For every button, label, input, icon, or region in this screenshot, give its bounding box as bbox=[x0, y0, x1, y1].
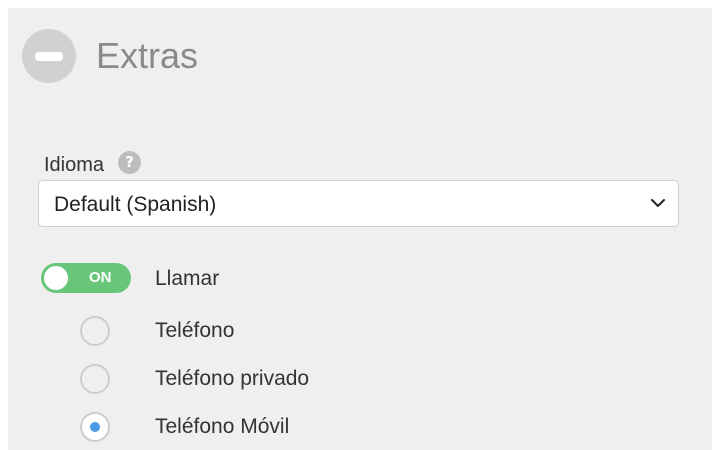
help-icon[interactable]: ? bbox=[118, 151, 141, 174]
radio-option-telefono-privado[interactable]: Teléfono privado bbox=[80, 364, 480, 398]
radio-option-telefono[interactable]: Teléfono bbox=[80, 316, 480, 350]
extras-panel: Extras Idioma ? Default (Spanish) ON Lla… bbox=[8, 8, 712, 450]
call-toggle[interactable]: ON bbox=[41, 263, 131, 293]
radio-button[interactable] bbox=[80, 316, 110, 346]
radio-button[interactable] bbox=[80, 364, 110, 394]
minus-icon bbox=[35, 52, 63, 61]
language-label: Idioma bbox=[44, 154, 105, 176]
radio-button-checked[interactable] bbox=[80, 412, 110, 442]
toggle-state-text: ON bbox=[89, 269, 112, 286]
radio-label: Teléfono bbox=[155, 319, 235, 342]
chevron-down-icon bbox=[651, 199, 665, 207]
toggle-knob bbox=[44, 266, 68, 290]
section-title: Extras bbox=[96, 35, 199, 76]
radio-label: Teléfono Móvil bbox=[155, 415, 290, 438]
radio-option-telefono-movil[interactable]: Teléfono Móvil bbox=[80, 412, 480, 446]
language-select[interactable]: Default (Spanish) bbox=[38, 180, 679, 227]
radio-selected-dot bbox=[90, 422, 100, 432]
collapse-section-button[interactable] bbox=[22, 29, 76, 83]
call-toggle-label: Llamar bbox=[155, 267, 220, 290]
language-select-value: Default (Spanish) bbox=[54, 193, 217, 216]
radio-label: Teléfono privado bbox=[155, 367, 310, 390]
